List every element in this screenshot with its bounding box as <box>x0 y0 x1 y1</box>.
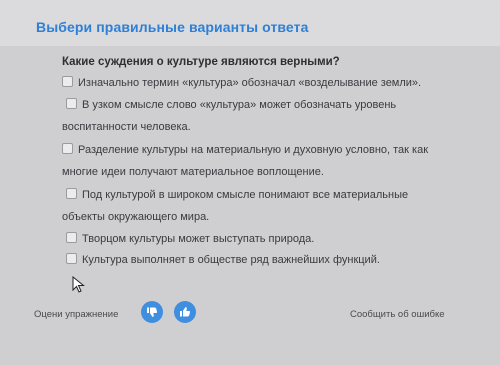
option-text-cont: объекты окружающего мира. <box>62 211 210 223</box>
thumb-down-button[interactable] <box>141 301 163 323</box>
report-error-link[interactable]: Сообщить об ошибке <box>350 309 445 320</box>
option-text: Разделение культуры на материальную и ду… <box>78 144 429 156</box>
thumb-down-icon <box>147 307 157 317</box>
option-text-cont: многие идеи получают материальное воплощ… <box>62 166 324 178</box>
option-6[interactable]: Культура выполняет в обществе ряд важней… <box>66 249 466 271</box>
footer: Оцени упражнение Сообщить об ошибке <box>0 295 500 335</box>
option-text: Изначально термин «культура» обозначал «… <box>78 77 422 89</box>
header: Выбери правильные варианты ответа <box>0 0 500 46</box>
option-text-cont: воспитанности человека. <box>62 121 191 133</box>
option-5[interactable]: Творцом культуры может выступать природа… <box>66 228 466 250</box>
option-4[interactable]: Под культурой в широком смысле понимают … <box>62 184 466 228</box>
checkbox[interactable] <box>66 98 77 109</box>
checkbox[interactable] <box>66 253 77 264</box>
question-text: Какие суждения о культуре являются верны… <box>62 56 340 68</box>
checkbox[interactable] <box>62 143 73 154</box>
checkbox[interactable] <box>62 76 73 87</box>
checkbox[interactable] <box>66 232 77 243</box>
thumb-up-icon <box>180 307 190 317</box>
thumb-up-button[interactable] <box>174 301 196 323</box>
option-text: В узком смысле слово «культура» может об… <box>82 99 397 111</box>
rate-exercise-label: Оцени упражнение <box>34 309 119 320</box>
page-title: Выбери правильные варианты ответа <box>36 19 309 35</box>
option-2[interactable]: В узком смысле слово «культура» может об… <box>62 94 466 138</box>
option-text: Творцом культуры может выступать природа… <box>82 233 315 245</box>
option-3[interactable]: Разделение культуры на материальную и ду… <box>62 139 462 183</box>
option-text: Культура выполняет в обществе ряд важней… <box>82 254 380 266</box>
option-text: Под культурой в широком смысле понимают … <box>82 189 409 201</box>
option-1[interactable]: Изначально термин «культура» обозначал «… <box>62 72 462 94</box>
checkbox[interactable] <box>66 188 77 199</box>
mouse-cursor-icon <box>72 276 85 293</box>
